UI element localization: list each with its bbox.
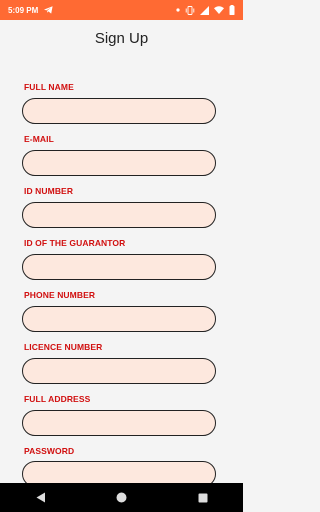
email-input[interactable]: [22, 150, 216, 176]
page-title: Sign Up: [94, 30, 149, 47]
recents-icon: [198, 493, 207, 502]
id-number-input[interactable]: [22, 202, 216, 228]
email-label: E-MAIL: [24, 134, 54, 144]
status-bar: 5:09 PM: [0, 0, 243, 20]
back-button[interactable]: [26, 483, 56, 512]
navigation-bar: [0, 483, 243, 512]
phone-number-input[interactable]: [22, 306, 216, 332]
dot-icon: [176, 8, 180, 12]
wifi-icon: [214, 6, 224, 14]
full-address-input[interactable]: [22, 410, 216, 436]
licence-number-label: LICENCE NUMBER: [24, 342, 103, 352]
password-label: PASSWORD: [24, 446, 75, 456]
id-number-label: ID NUMBER: [24, 186, 74, 196]
status-time: 5:09 PM: [8, 5, 39, 15]
back-icon: [36, 492, 45, 503]
phone-number-label: PHONE NUMBER: [24, 290, 96, 300]
home-button[interactable]: [107, 483, 137, 512]
telegram-icon: [44, 6, 53, 14]
guarantor-id-input[interactable]: [22, 254, 216, 280]
licence-number-input[interactable]: [22, 358, 216, 384]
battery-icon: [229, 5, 235, 15]
guarantor-id-label: ID OF THE GUARANTOR: [24, 238, 126, 248]
recents-button[interactable]: [188, 483, 218, 512]
full-name-input[interactable]: [22, 98, 216, 124]
full-address-label: FULL ADDRESS: [24, 394, 91, 404]
full-name-label: FULL NAME: [24, 82, 74, 92]
vibrate-icon: [185, 5, 195, 15]
home-icon: [116, 492, 127, 503]
signal-icon: [200, 5, 209, 15]
